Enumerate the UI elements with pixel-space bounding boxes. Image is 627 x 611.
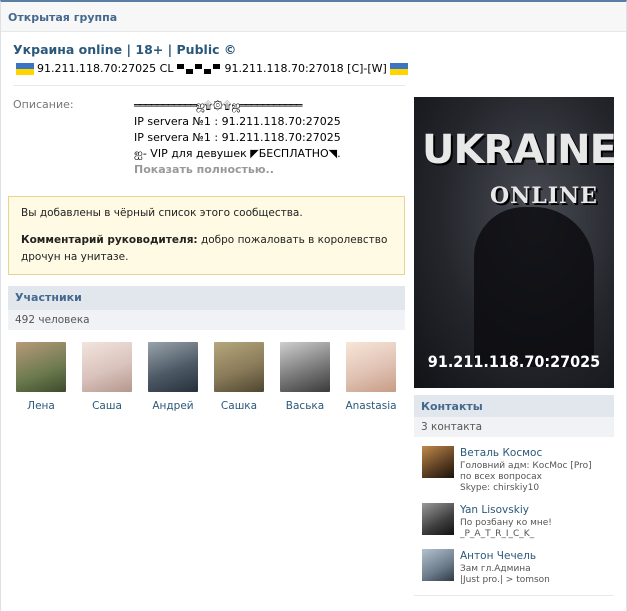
member-name[interactable]: Андрей [152, 400, 193, 412]
blacklist-text: Вы добавлены в чёрный список этого сообщ… [21, 207, 303, 219]
admin-comment: Комментарий руководителя: добро пожалова… [21, 232, 392, 266]
member-item[interactable]: Anastasia [338, 342, 404, 412]
show-more-link[interactable]: Показать полностью.. [134, 162, 341, 178]
member-item[interactable]: Васька [272, 342, 338, 412]
avatar[interactable] [422, 549, 454, 581]
avatar[interactable] [16, 342, 66, 392]
blacklist-notice: Вы добавлены в чёрный список этого сообщ… [8, 196, 405, 275]
contact-role: _P_A_T_R_I_C_K_ [460, 529, 535, 539]
contact-item: Yan Lisovskiy По розбану ко мне! _P_A_T_… [422, 503, 552, 540]
member-item[interactable]: Лена [8, 342, 74, 412]
contact-role: по всех вопросах [460, 472, 542, 482]
group-cover-image[interactable]: UKRAINE ONLINE 91.211.118.70:27025 [414, 97, 614, 388]
contacts-header[interactable]: Контакты [414, 395, 614, 419]
cover-subtitle: ONLINE [490, 183, 598, 209]
avatar[interactable] [82, 342, 132, 392]
avatar[interactable] [422, 503, 454, 535]
description-body: ═══════════ஜ۩۞۩ஜ═══════════ IP servera №… [134, 98, 341, 178]
avatar[interactable] [280, 342, 330, 392]
description-line: ═══════════ஜ۩۞۩ஜ═══════════ [134, 99, 302, 112]
member-name[interactable]: Лена [27, 400, 55, 412]
description-line: IP servera №1 : 91.211.118.70:27025 [134, 131, 341, 144]
cover-title: UKRAINE [422, 127, 614, 173]
contact-role: Зам гл.Админа [460, 564, 531, 574]
members-header[interactable]: Участники [8, 286, 405, 310]
avatar[interactable] [422, 446, 454, 478]
group-title: Украина online | 18+ | Public © [13, 42, 237, 57]
contact-role: |Just pro.| > tomson [460, 575, 550, 585]
pixel-decoration-icon [176, 62, 221, 75]
group-status: 91.211.118.70:27025 CL 91.211.118.70:270… [13, 62, 411, 75]
contact-item: Веталь Космос Головний адм: КосМос [Pro]… [422, 446, 592, 494]
divider [13, 85, 405, 86]
status-ip-1: 91.211.118.70:27025 CL [37, 62, 174, 75]
avatar[interactable] [346, 342, 396, 392]
members-count[interactable]: 492 человека [8, 310, 405, 330]
cover-ip: 91.211.118.70:27025 [427, 352, 601, 371]
description-line: ஐ- VIP для девушек ◤БЕСПЛАТНО◥. [134, 147, 341, 160]
status-ip-2: 91.211.118.70:27018 [C]-[W] [224, 62, 387, 75]
cover-figure [474, 207, 594, 367]
avatar[interactable] [148, 342, 198, 392]
member-name[interactable]: Сашка [221, 400, 257, 412]
contact-role: Головний адм: КосМос [Pro] [460, 461, 592, 471]
group-page: Открытая группа Украина online | 18+ | P… [0, 0, 627, 611]
member-item[interactable]: Сашка [206, 342, 272, 412]
contact-name[interactable]: Веталь Космос [460, 446, 592, 460]
contact-name[interactable]: Антон Чечель [460, 549, 550, 563]
member-name[interactable]: Саша [92, 400, 122, 412]
contacts-count[interactable]: 3 контакта [414, 417, 614, 437]
member-name[interactable]: Васька [286, 400, 324, 412]
top-bar: Открытая группа [1, 2, 626, 32]
member-item[interactable]: Андрей [140, 342, 206, 412]
avatar[interactable] [214, 342, 264, 392]
contact-role: По розбану ко мне! [460, 518, 552, 528]
contact-role: Skype: chirskiy10 [460, 483, 540, 493]
group-type-label: Открытая группа [8, 11, 118, 24]
description-line: IP servera №1 : 91.211.118.70:27025 [134, 115, 341, 128]
contact-item: Антон Чечель Зам гл.Админа |Just pro.| >… [422, 549, 550, 586]
members-list: Лена Саша Андрей Сашка Васька Anastasia [8, 342, 405, 412]
ukraine-flag-icon [389, 62, 408, 75]
admin-comment-label: Комментарий руководителя: [21, 234, 198, 246]
contact-name[interactable]: Yan Lisovskiy [460, 503, 552, 517]
description-label: Описание: [13, 98, 74, 111]
ukraine-flag-icon [16, 62, 34, 75]
member-item[interactable]: Саша [74, 342, 140, 412]
divider [414, 595, 614, 596]
member-name[interactable]: Anastasia [345, 400, 396, 412]
